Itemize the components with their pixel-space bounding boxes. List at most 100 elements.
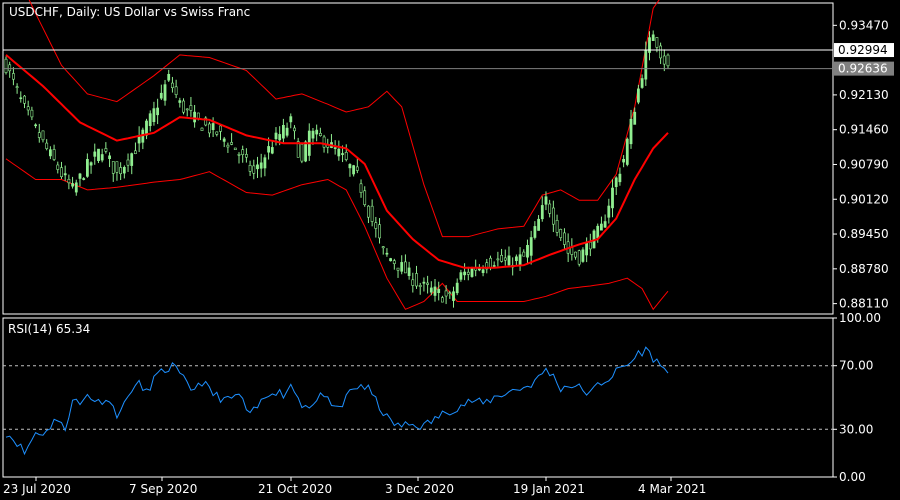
- candle-body: [429, 287, 433, 293]
- candle-body: [23, 95, 26, 104]
- price-tick-label: 0.88110: [839, 297, 889, 311]
- candle-body: [507, 255, 511, 266]
- candle-body: [400, 262, 404, 272]
- candle-body: [122, 167, 126, 174]
- candle-body: [270, 147, 274, 154]
- candle-body: [93, 151, 97, 157]
- candle-body: [12, 73, 15, 80]
- candle-body: [285, 127, 289, 136]
- candle-body: [651, 34, 655, 41]
- candle-body: [182, 100, 185, 113]
- candle-body: [30, 109, 34, 118]
- candle-body: [115, 161, 119, 173]
- time-tick-label: 19 Jan 2021: [513, 482, 585, 496]
- candle-body: [599, 223, 603, 231]
- price-tick-label: 0.90120: [839, 192, 889, 206]
- candle-body: [219, 125, 222, 132]
- candle-body: [233, 147, 237, 151]
- candle-body: [126, 159, 130, 166]
- candle-body: [426, 282, 430, 285]
- candle-body: [614, 177, 618, 188]
- candle-body: [71, 183, 75, 187]
- candle-body: [374, 222, 378, 229]
- candle-body: [274, 132, 278, 140]
- candle-body: [489, 257, 492, 268]
- candle-body: [159, 92, 163, 99]
- candle-body: [74, 182, 78, 193]
- candle-body: [500, 255, 504, 262]
- candle-body: [662, 55, 666, 65]
- candle-body: [389, 258, 393, 262]
- candle-body: [222, 138, 226, 142]
- candle-body: [145, 120, 148, 136]
- chart-canvas: USDCHF, Daily: US Dollar vs Swiss Franc …: [0, 0, 900, 500]
- candle-body: [45, 142, 49, 149]
- candle-body: [256, 164, 259, 170]
- candle-body: [293, 127, 296, 132]
- candle-body: [655, 37, 659, 48]
- candle-body: [241, 149, 245, 155]
- candle-body: [245, 154, 248, 158]
- candle-body: [503, 257, 507, 261]
- candle-body: [659, 45, 663, 59]
- candle-body: [19, 97, 23, 99]
- candle-body: [56, 164, 60, 170]
- candle-body: [189, 105, 193, 111]
- candle-body: [378, 224, 381, 239]
- candle-body: [629, 118, 633, 145]
- candle-body: [359, 183, 363, 193]
- candle-body: [448, 292, 452, 295]
- candle-body: [514, 256, 518, 261]
- rsi-label: RSI(14) 65.34: [8, 322, 90, 336]
- price-level-label: 0.92994: [838, 43, 888, 57]
- current-price-box: 0.92636: [834, 62, 894, 76]
- candle-body: [167, 74, 171, 81]
- candle-body: [78, 173, 82, 179]
- candle-body: [163, 84, 167, 101]
- chart-title: USDCHF, Daily: US Dollar vs Swiss Franc: [9, 5, 250, 19]
- candle-body: [636, 88, 640, 103]
- candle-body: [26, 106, 30, 111]
- candle-body: [396, 267, 400, 271]
- candle-body: [526, 245, 529, 258]
- rsi-tick-label: 70.00: [839, 359, 873, 373]
- candle-body: [278, 134, 282, 141]
- candle-body: [366, 205, 370, 218]
- candle-body: [311, 130, 315, 139]
- rsi-tick-label: 100.00: [839, 311, 881, 325]
- candle-body: [537, 218, 541, 231]
- candle-body: [281, 125, 285, 139]
- candle-body: [611, 187, 614, 209]
- price-tick-label: 0.93470: [839, 18, 889, 32]
- candle-body: [89, 162, 93, 166]
- candle-body: [437, 288, 441, 294]
- candle-body: [370, 205, 374, 222]
- candle-body: [407, 267, 411, 276]
- candle-body: [415, 273, 418, 287]
- candle-body: [230, 142, 234, 145]
- candle-body: [108, 155, 112, 160]
- candle-body: [41, 130, 45, 141]
- candle-body: [333, 147, 337, 149]
- candle-body: [211, 123, 215, 130]
- candle-body: [134, 150, 137, 155]
- time-tick-label: 7 Sep 2020: [129, 482, 197, 496]
- time-tick-label: 23 Jul 2020: [3, 482, 71, 496]
- rsi-tick-label: 0.00: [839, 470, 866, 484]
- candle-body: [574, 251, 577, 258]
- candle-body: [585, 242, 589, 256]
- candle-body: [8, 64, 12, 72]
- candle-body: [344, 152, 348, 160]
- candle-body: [315, 129, 319, 135]
- candle-body: [341, 153, 344, 155]
- candle-body: [60, 167, 63, 178]
- candle-body: [215, 131, 219, 135]
- candle-body: [152, 108, 156, 122]
- candle-body: [666, 54, 670, 67]
- candle-body: [555, 220, 559, 233]
- candle-body: [289, 116, 293, 123]
- candle-body: [267, 146, 271, 153]
- candle-body: [48, 149, 52, 157]
- candle-body: [548, 203, 552, 214]
- candle-body: [463, 271, 467, 276]
